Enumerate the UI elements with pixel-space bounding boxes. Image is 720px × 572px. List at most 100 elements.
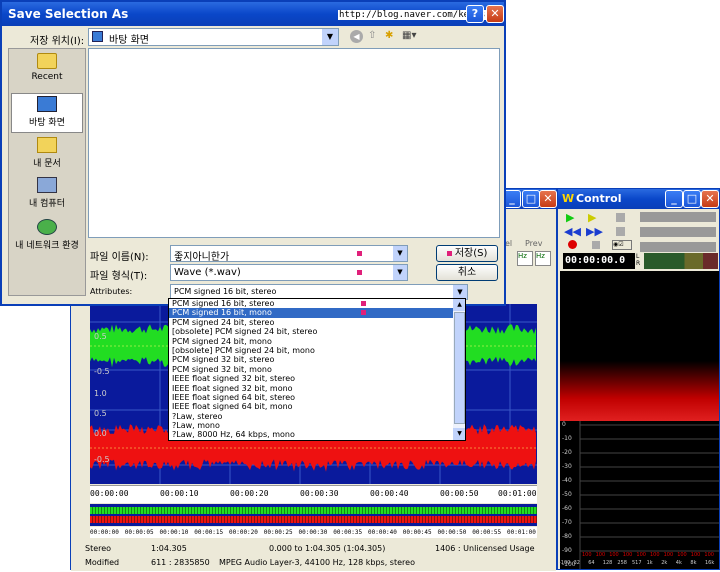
scale-top-label: -0.5 <box>94 367 110 376</box>
file-list[interactable] <box>88 48 500 238</box>
marker-icon <box>357 251 362 256</box>
attribute-option[interactable]: PCM signed 16 bit, mono <box>169 308 453 318</box>
attribute-option[interactable]: ?Law, 8000 Hz, 64 kbps, mono <box>169 430 453 439</box>
chevron-down-icon[interactable]: ▼ <box>393 265 407 280</box>
save-in-combobox[interactable]: 바탕 화면 ▼ <box>88 28 339 46</box>
control-minimize-button[interactable]: _ <box>665 190 683 208</box>
timeline-ruler: 00:00:00 00:00:10 00:00:20 00:00:30 00:0… <box>90 485 537 503</box>
zoom-buttons: Hz Hz <box>503 251 555 267</box>
place-label: 내 네트워크 환경 <box>15 241 79 251</box>
overview-tick: 00:00:50 <box>437 529 467 536</box>
attribute-option[interactable]: [obsolete] PCM signed 24 bit, mono <box>169 346 453 355</box>
prev-button[interactable]: Prev <box>525 239 542 248</box>
attribute-option[interactable]: IEEE float signed 32 bit, mono <box>169 384 453 393</box>
pause-button[interactable] <box>616 227 625 236</box>
overview-tick: 00:00:05 <box>124 529 154 536</box>
place-network[interactable]: 내 네트워크 환경 <box>9 219 85 259</box>
place-my-computer[interactable]: 내 컴퓨터 <box>11 177 83 217</box>
volume-slider[interactable] <box>640 212 716 222</box>
attribute-option[interactable]: PCM signed 16 bit, stereo <box>169 299 453 308</box>
recent-folder-icon <box>37 53 57 69</box>
place-desktop[interactable]: 바탕 화면 <box>11 93 83 133</box>
equalizer-grid <box>579 421 719 569</box>
freq-label: 32 <box>573 560 580 566</box>
monitor-button[interactable]: ◉☑ <box>612 240 632 250</box>
status-bar: Stereo 1:04.305 0.000 to 1:04.305 (1:04.… <box>71 541 556 571</box>
filetype-combobox[interactable]: Wave (*.wav) ▼ <box>170 264 408 281</box>
chevron-down-icon[interactable]: ▼ <box>453 285 467 299</box>
filename-label: 파일 이름(N): <box>90 252 149 263</box>
attribute-option[interactable]: PCM signed 32 bit, mono <box>169 365 453 374</box>
save-button-label: 저장(S) <box>454 248 488 259</box>
overview-tick: 00:00:55 <box>472 529 502 536</box>
attribute-option[interactable]: PCM signed 32 bit, stereo <box>169 355 453 364</box>
attribute-option[interactable]: IEEE float signed 32 bit, stereo <box>169 374 453 383</box>
dialog-close-button[interactable]: ✕ <box>486 5 504 23</box>
vu-meter <box>644 253 718 269</box>
marker-icon <box>446 251 452 256</box>
filetype-label: 파일 형식(T): <box>90 271 148 282</box>
left-channel-label: L <box>636 253 640 260</box>
chevron-down-icon[interactable]: ▼ <box>393 246 407 261</box>
up-folder-icon[interactable]: ⇧ <box>368 30 382 43</box>
chevron-down-icon[interactable]: ▼ <box>453 428 465 440</box>
help-button[interactable]: ? <box>466 5 484 23</box>
forward-button[interactable]: ▶▶ <box>586 225 603 238</box>
stop-button[interactable] <box>616 213 625 222</box>
control-close-button[interactable]: ✕ <box>701 190 719 208</box>
speed-slider[interactable] <box>640 242 716 252</box>
overview-tick: 00:00:15 <box>194 529 224 536</box>
chevron-down-icon[interactable]: ▼ <box>322 29 338 45</box>
filename-value: 좋지아니한가 <box>174 252 230 263</box>
scroll-thumb[interactable] <box>454 312 465 424</box>
editor-close-button[interactable]: ✕ <box>539 190 557 208</box>
db-tick: 0 <box>562 421 566 428</box>
zoom-vertical-button[interactable]: Hz <box>535 251 551 266</box>
attribute-option[interactable]: IEEE float signed 64 bit, mono <box>169 402 453 411</box>
attribute-option[interactable]: ?Law, mono <box>169 421 453 430</box>
play-loop-button[interactable]: ▶ <box>588 211 602 224</box>
record-button[interactable] <box>568 240 577 249</box>
dropdown-scrollbar[interactable]: ▲ ▼ <box>453 299 465 440</box>
overview-tick: 00:01:00 <box>507 529 536 536</box>
play-button[interactable]: ▶ <box>566 211 580 224</box>
equalizer-display[interactable] <box>560 421 719 569</box>
new-folder-icon[interactable]: ✱ <box>385 30 399 43</box>
place-my-documents[interactable]: 내 문서 <box>11 137 83 177</box>
scale-bottom-label: -0.5 <box>94 455 110 464</box>
editor-maximize-button[interactable]: □ <box>522 190 540 208</box>
overview-strip[interactable] <box>90 504 537 526</box>
filename-input[interactable]: 좋지아니한가 ▼ <box>170 245 408 263</box>
db-tick: -30 <box>562 463 572 470</box>
attribute-option[interactable]: [obsolete] PCM signed 24 bit, stereo <box>169 327 453 336</box>
place-recent[interactable]: Recent <box>11 53 83 93</box>
overview-tick: 00:00:25 <box>263 529 293 536</box>
view-menu-icon[interactable]: ▦▾ <box>402 30 420 43</box>
attribute-option[interactable]: ?Law, stereo <box>169 412 453 421</box>
my-documents-icon <box>37 137 57 153</box>
overview-tick: 00:00:40 <box>368 529 397 536</box>
control-maximize-button[interactable]: □ <box>683 190 701 208</box>
rewind-button[interactable]: ◀◀ <box>564 225 581 238</box>
save-dialog: Save Selection As http://blog.naver.com/… <box>0 0 506 306</box>
back-icon[interactable]: ◀ <box>350 30 363 43</box>
record-stop-button[interactable] <box>592 241 600 249</box>
place-label: Recent <box>31 72 63 82</box>
peak-label: 100 <box>595 552 606 558</box>
attribute-option[interactable]: IEEE float signed 64 bit, stereo <box>169 393 453 402</box>
spectrum-display <box>560 271 719 421</box>
chevron-up-icon[interactable]: ▲ <box>453 299 465 311</box>
attributes-dropdown[interactable]: PCM signed 16 bit, stereo PCM signed 16 b… <box>168 298 466 441</box>
attribute-option[interactable]: PCM signed 24 bit, mono <box>169 337 453 346</box>
save-button[interactable]: 저장(S) <box>436 245 498 262</box>
attribute-option[interactable]: PCM signed 24 bit, stereo <box>169 318 453 327</box>
freq-label: 8k <box>690 560 697 566</box>
cancel-button[interactable]: 취소 <box>436 264 498 281</box>
zoom-horizontal-button[interactable]: Hz <box>517 251 533 266</box>
overview-tick: 00:00:10 <box>159 529 189 536</box>
scale-top-label: 0.5 <box>94 332 107 341</box>
overview-tick: 00:00:00 <box>90 529 119 536</box>
control-window: W Control _ □ ✕ ▶ ▶ ◀◀ ▶▶ ◉☑ 00:00:00.0 … <box>557 188 720 570</box>
balance-slider[interactable] <box>640 227 716 237</box>
peak-label: 100 <box>677 552 687 558</box>
